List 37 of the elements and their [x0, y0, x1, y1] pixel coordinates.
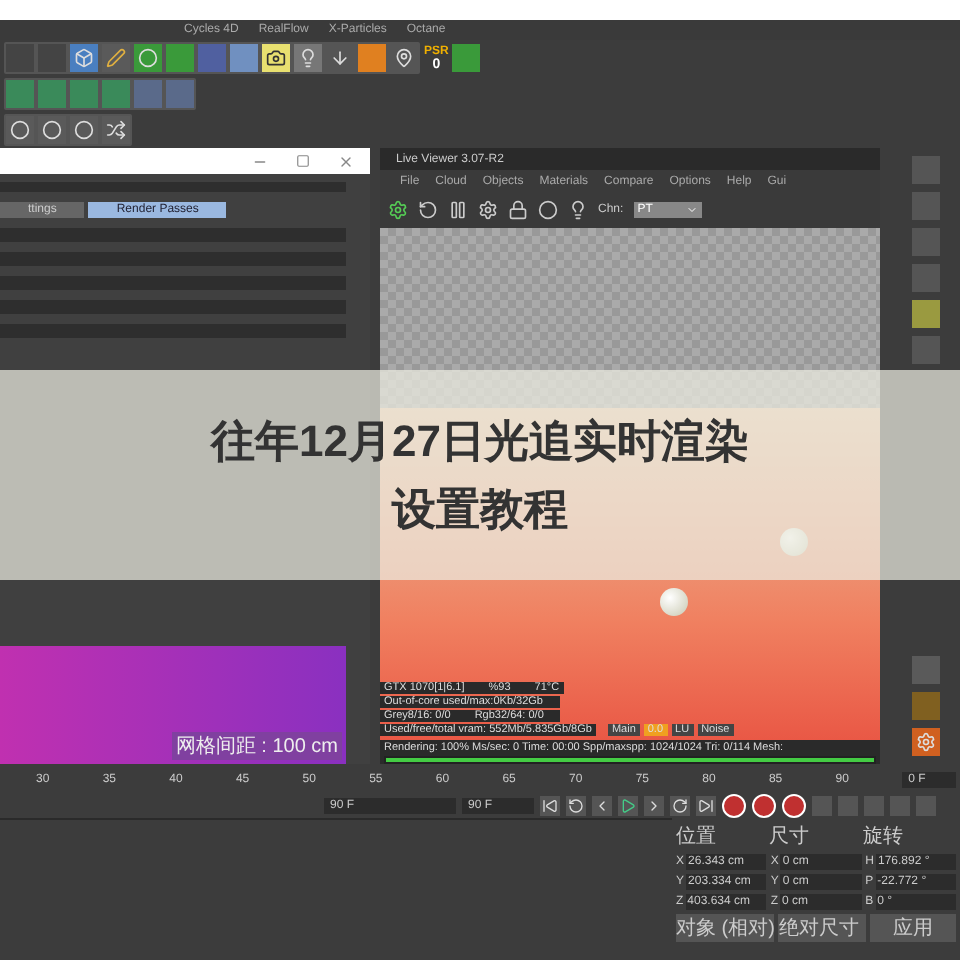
- gear-icon[interactable]: [911, 728, 939, 756]
- sphere-icon[interactable]: [6, 116, 34, 144]
- lock-icon[interactable]: [508, 200, 528, 220]
- record-icon[interactable]: [782, 794, 806, 818]
- pin-icon[interactable]: [390, 44, 418, 72]
- skip-back-icon[interactable]: [540, 796, 560, 816]
- mode-dropdown[interactable]: 对象 (相对): [676, 914, 775, 942]
- column-header: 旋转: [862, 823, 905, 850]
- refresh-icon[interactable]: [418, 200, 438, 220]
- loop-icon[interactable]: [670, 796, 690, 816]
- play-icon[interactable]: [618, 796, 638, 816]
- title-text: 往年12月27日光追实时渲染: [211, 413, 749, 469]
- camera-icon[interactable]: [262, 44, 290, 72]
- loop-icon[interactable]: [566, 796, 586, 816]
- sphere-icon[interactable]: [538, 200, 558, 220]
- step-forward-icon[interactable]: [644, 796, 664, 816]
- skip-forward-icon[interactable]: [696, 796, 716, 816]
- size-dropdown[interactable]: 绝对尺寸: [778, 914, 866, 942]
- pause-icon[interactable]: [448, 200, 468, 220]
- column-header: 尺寸: [769, 823, 812, 850]
- record-icon[interactable]: [752, 794, 776, 818]
- column-header: 位置: [676, 823, 718, 850]
- shuffle-icon[interactable]: [102, 116, 130, 144]
- caret-icon: [685, 204, 698, 216]
- sphere-icon[interactable]: [38, 116, 66, 144]
- grid-spacing-label: 网格间距 : 100 cm: [171, 732, 342, 760]
- step-back-icon[interactable]: [592, 796, 612, 816]
- lightbulb-icon[interactable]: [568, 200, 588, 220]
- maximize-icon[interactable]: [296, 154, 310, 168]
- close-icon[interactable]: [338, 153, 354, 169]
- title-text: 设置教程: [392, 481, 568, 537]
- apply-button[interactable]: 应用: [869, 914, 956, 942]
- record-icon[interactable]: [722, 794, 746, 818]
- gear-icon[interactable]: [388, 200, 408, 220]
- settings-icon[interactable]: [478, 200, 498, 220]
- pen-icon[interactable]: [102, 44, 130, 72]
- sphere-drawing: [660, 588, 688, 616]
